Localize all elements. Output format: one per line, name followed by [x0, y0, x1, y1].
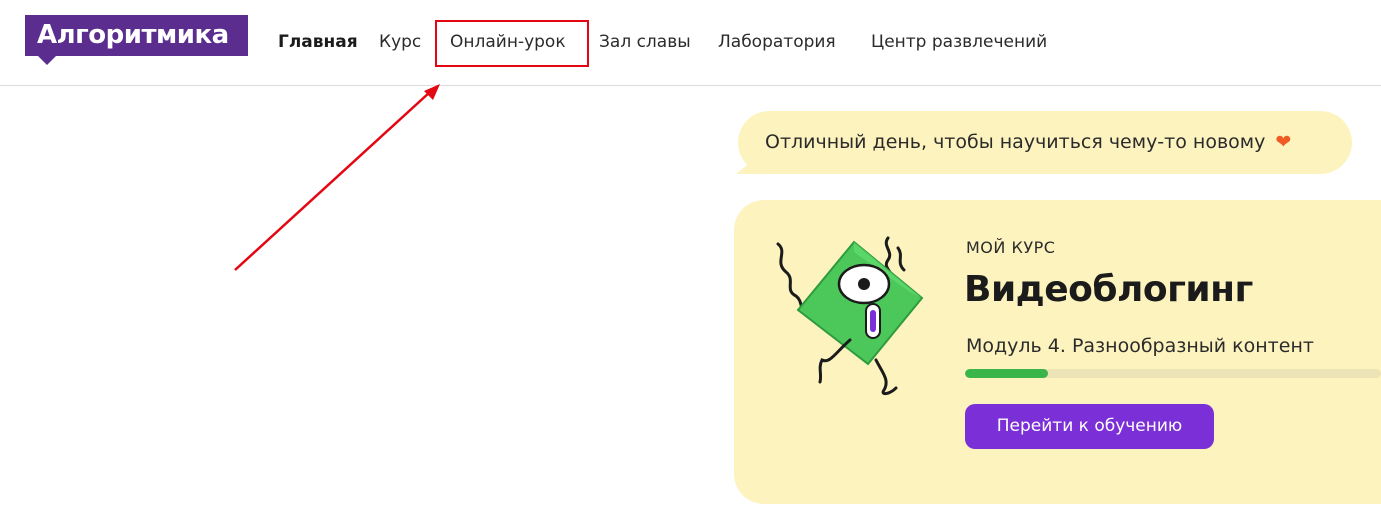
greeting-text: Отличный день, чтобы научиться чему-то н… — [765, 130, 1291, 154]
course-progress-bar — [965, 369, 1381, 378]
top-navigation-bar: Алгоритмика Главная Курс Онлайн-урок Зал… — [0, 0, 1381, 86]
go-to-learning-button[interactable]: Перейти к обучению — [965, 404, 1214, 449]
nav-item-entertainment-center[interactable]: Центр развлечений — [871, 30, 1047, 54]
logo-text: Алгоритмика — [37, 20, 229, 50]
nav-item-online-lesson[interactable]: Онлайн-урок — [450, 30, 566, 54]
nav-item-course[interactable]: Курс — [379, 30, 421, 54]
nav-item-home[interactable]: Главная — [278, 30, 358, 54]
course-kicker: МОЙ КУРС — [966, 238, 1056, 257]
algoritmika-logo[interactable]: Алгоритмика — [25, 15, 248, 56]
nav-item-laboratory[interactable]: Лаборатория — [718, 30, 836, 54]
course-title: Видеоблогинг — [964, 269, 1253, 310]
green-diamond-cyclops-mascot-icon — [776, 236, 924, 396]
greeting-message: Отличный день, чтобы научиться чему-то н… — [765, 131, 1266, 153]
heart-icon: ❤ — [1275, 131, 1292, 153]
course-progress-fill — [965, 369, 1049, 378]
nav-item-hall-of-fame[interactable]: Зал славы — [599, 30, 691, 54]
logo-tail-decoration — [37, 55, 57, 65]
course-module-name: Модуль 4. Разнообразный контент — [966, 335, 1314, 357]
